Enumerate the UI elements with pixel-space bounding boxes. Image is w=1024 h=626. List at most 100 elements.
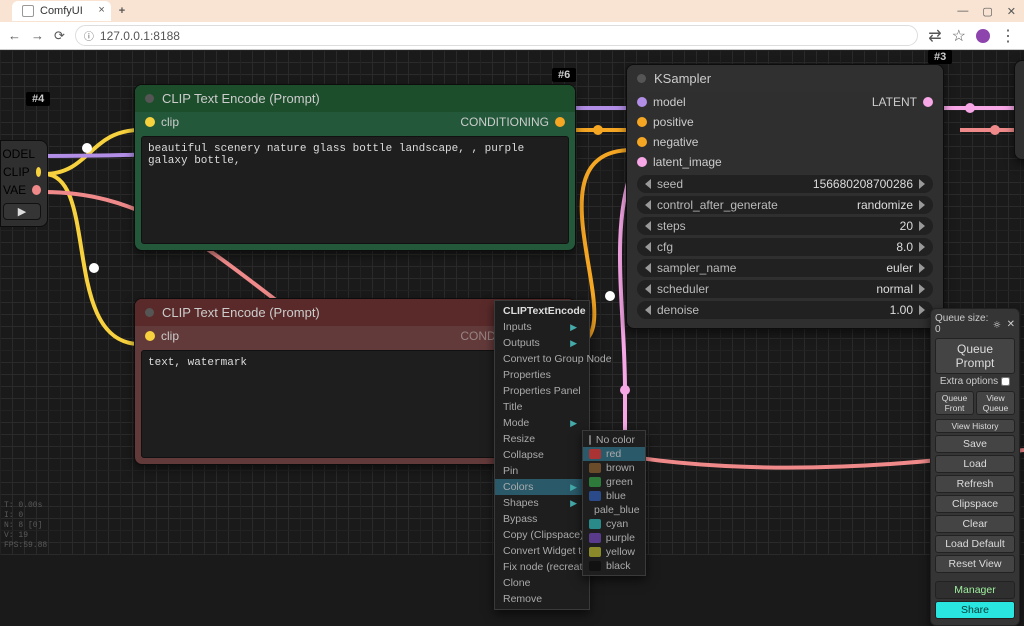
input-port[interactable]	[637, 97, 647, 107]
run-button[interactable]: ▶	[3, 203, 41, 220]
window-close-icon[interactable]: ✕	[1007, 5, 1016, 18]
graph-canvas[interactable]: #4 #6 #3 ODEL CLIP VAE ▶ CLIP Text Encod…	[0, 50, 1024, 555]
new-tab-button[interactable]: +	[119, 5, 125, 17]
widget-sampler_name[interactable]: sampler_nameeuler	[637, 259, 933, 277]
widget-control_after_generate[interactable]: control_after_generaterandomize	[637, 196, 933, 214]
address-bar: ← → ⟳ ⓘ 127.0.0.1:8188 ⇄ ☆ ⋮	[0, 22, 1024, 50]
menu-item[interactable]: Fix node (recreate)	[495, 559, 589, 575]
menu-item[interactable]: Shapes▶	[495, 495, 589, 511]
share-button[interactable]: Share	[935, 601, 1015, 619]
menu-item[interactable]: Convert to Group Node	[495, 351, 589, 367]
view-queue-button[interactable]: View Queue	[976, 391, 1015, 415]
back-icon[interactable]: ←	[8, 28, 21, 43]
widget-scheduler[interactable]: schedulernormal	[637, 280, 933, 298]
node-clip-text-encode-positive[interactable]: CLIP Text Encode (Prompt) clip CONDITION…	[134, 84, 576, 251]
browser-tab[interactable]: ComfyUI ×	[12, 1, 111, 21]
gear-icon[interactable]	[993, 320, 1001, 329]
menu-item[interactable]: Properties Panel	[495, 383, 589, 399]
input-label: latent_image	[653, 155, 722, 169]
color-option[interactable]: blue	[583, 489, 645, 503]
url-field[interactable]: ⓘ 127.0.0.1:8188	[75, 25, 918, 46]
menu-icon[interactable]: ⋮	[1000, 26, 1016, 46]
menu-item[interactable]: Copy (Clipspace)	[495, 527, 589, 543]
color-option[interactable]: black	[583, 559, 645, 573]
color-option[interactable]: purple	[583, 531, 645, 545]
color-option[interactable]: brown	[583, 461, 645, 475]
input-port[interactable]	[145, 331, 155, 341]
window-minimize-icon[interactable]: —	[957, 5, 968, 18]
tab-title: ComfyUI	[40, 5, 83, 17]
favicon	[22, 5, 34, 17]
widget-steps[interactable]: steps20	[637, 217, 933, 235]
forward-icon[interactable]: →	[31, 28, 44, 43]
load-default-button[interactable]: Load Default	[935, 535, 1015, 553]
profile-avatar[interactable]	[976, 29, 990, 43]
node-fragment-checkpoint[interactable]: ODEL CLIP VAE ▶	[0, 140, 48, 227]
input-port[interactable]	[637, 117, 647, 127]
menu-item[interactable]: Title	[495, 399, 589, 415]
input-label: clip	[161, 329, 179, 343]
queue-front-button[interactable]: Queue Front	[935, 391, 974, 415]
site-info-icon[interactable]: ⓘ	[84, 28, 94, 43]
collapse-toggle[interactable]	[637, 74, 646, 83]
color-option[interactable]: pale_blue	[583, 503, 645, 517]
menu-item[interactable]: Properties	[495, 367, 589, 383]
menu-item[interactable]: Pin	[495, 463, 589, 479]
reset-view-button[interactable]: Reset View	[935, 555, 1015, 573]
tab-close-icon[interactable]: ×	[98, 4, 104, 16]
menu-item[interactable]: Convert Widget to Input▶	[495, 543, 589, 559]
widget-seed[interactable]: seed156680208700286	[637, 175, 933, 193]
input-port[interactable]	[637, 157, 647, 167]
bookmark-icon[interactable]: ☆	[952, 26, 966, 46]
color-option[interactable]: No color	[583, 433, 645, 447]
output-port[interactable]	[923, 97, 933, 107]
extra-options-checkbox[interactable]: Extra options	[935, 376, 1015, 387]
load-button[interactable]: Load	[935, 455, 1015, 473]
translate-icon[interactable]: ⇄	[928, 26, 941, 46]
color-submenu[interactable]: No colorredbrowngreenbluepale_bluecyanpu…	[582, 430, 646, 576]
output-port[interactable]	[555, 117, 565, 127]
menu-item[interactable]: Inputs▶	[495, 319, 589, 335]
color-option[interactable]: green	[583, 475, 645, 489]
node-fragment-right[interactable]	[1014, 60, 1024, 160]
output-label: LATENT	[872, 95, 917, 109]
color-option[interactable]: yellow	[583, 545, 645, 559]
output-port[interactable]	[36, 167, 41, 177]
window-maximize-icon[interactable]: ▢	[982, 5, 992, 18]
collapse-toggle[interactable]	[145, 308, 154, 317]
clipspace-button[interactable]: Clipspace	[935, 495, 1015, 513]
collapse-toggle[interactable]	[145, 94, 154, 103]
save-button[interactable]: Save	[935, 435, 1015, 453]
queue-prompt-button[interactable]: Queue Prompt	[935, 338, 1015, 374]
clear-button[interactable]: Clear	[935, 515, 1015, 533]
color-option[interactable]: cyan	[583, 517, 645, 531]
refresh-button[interactable]: Refresh	[935, 475, 1015, 493]
widget-denoise[interactable]: denoise1.00	[637, 301, 933, 319]
manager-button[interactable]: Manager	[935, 581, 1015, 599]
color-option[interactable]: red	[583, 447, 645, 461]
menu-item[interactable]: Resize	[495, 431, 589, 447]
widget-cfg[interactable]: cfg8.0	[637, 238, 933, 256]
output-label: VAE	[3, 183, 26, 197]
menu-item[interactable]: Outputs▶	[495, 335, 589, 351]
panel-close-icon[interactable]: ✕	[1007, 319, 1015, 330]
menu-item[interactable]: Mode▶	[495, 415, 589, 431]
input-port[interactable]	[145, 117, 155, 127]
reload-icon[interactable]: ⟳	[54, 28, 65, 44]
menu-item[interactable]: Clone	[495, 575, 589, 591]
node-title: CLIP Text Encode (Prompt)	[162, 305, 320, 320]
menu-item[interactable]: Bypass	[495, 511, 589, 527]
output-port[interactable]	[32, 185, 41, 195]
menu-item[interactable]: Collapse	[495, 447, 589, 463]
output-label: CONDITIONING	[460, 115, 549, 129]
input-label: clip	[161, 115, 179, 129]
menu-item[interactable]: Remove	[495, 591, 589, 607]
input-port[interactable]	[637, 137, 647, 147]
context-menu[interactable]: CLIPTextEncodeInputs▶Outputs▶Convert to …	[494, 300, 590, 610]
node-ksampler[interactable]: KSampler model LATENT positive negative …	[626, 64, 944, 329]
menu-item[interactable]: Colors▶	[495, 479, 589, 495]
prompt-textarea[interactable]: beautiful scenery nature glass bottle la…	[141, 136, 569, 244]
queue-panel[interactable]: Queue size: 0 ✕ Queue Prompt Extra optio…	[930, 308, 1020, 626]
view-history-button[interactable]: View History	[935, 419, 1015, 433]
node-badge: #6	[552, 68, 576, 82]
